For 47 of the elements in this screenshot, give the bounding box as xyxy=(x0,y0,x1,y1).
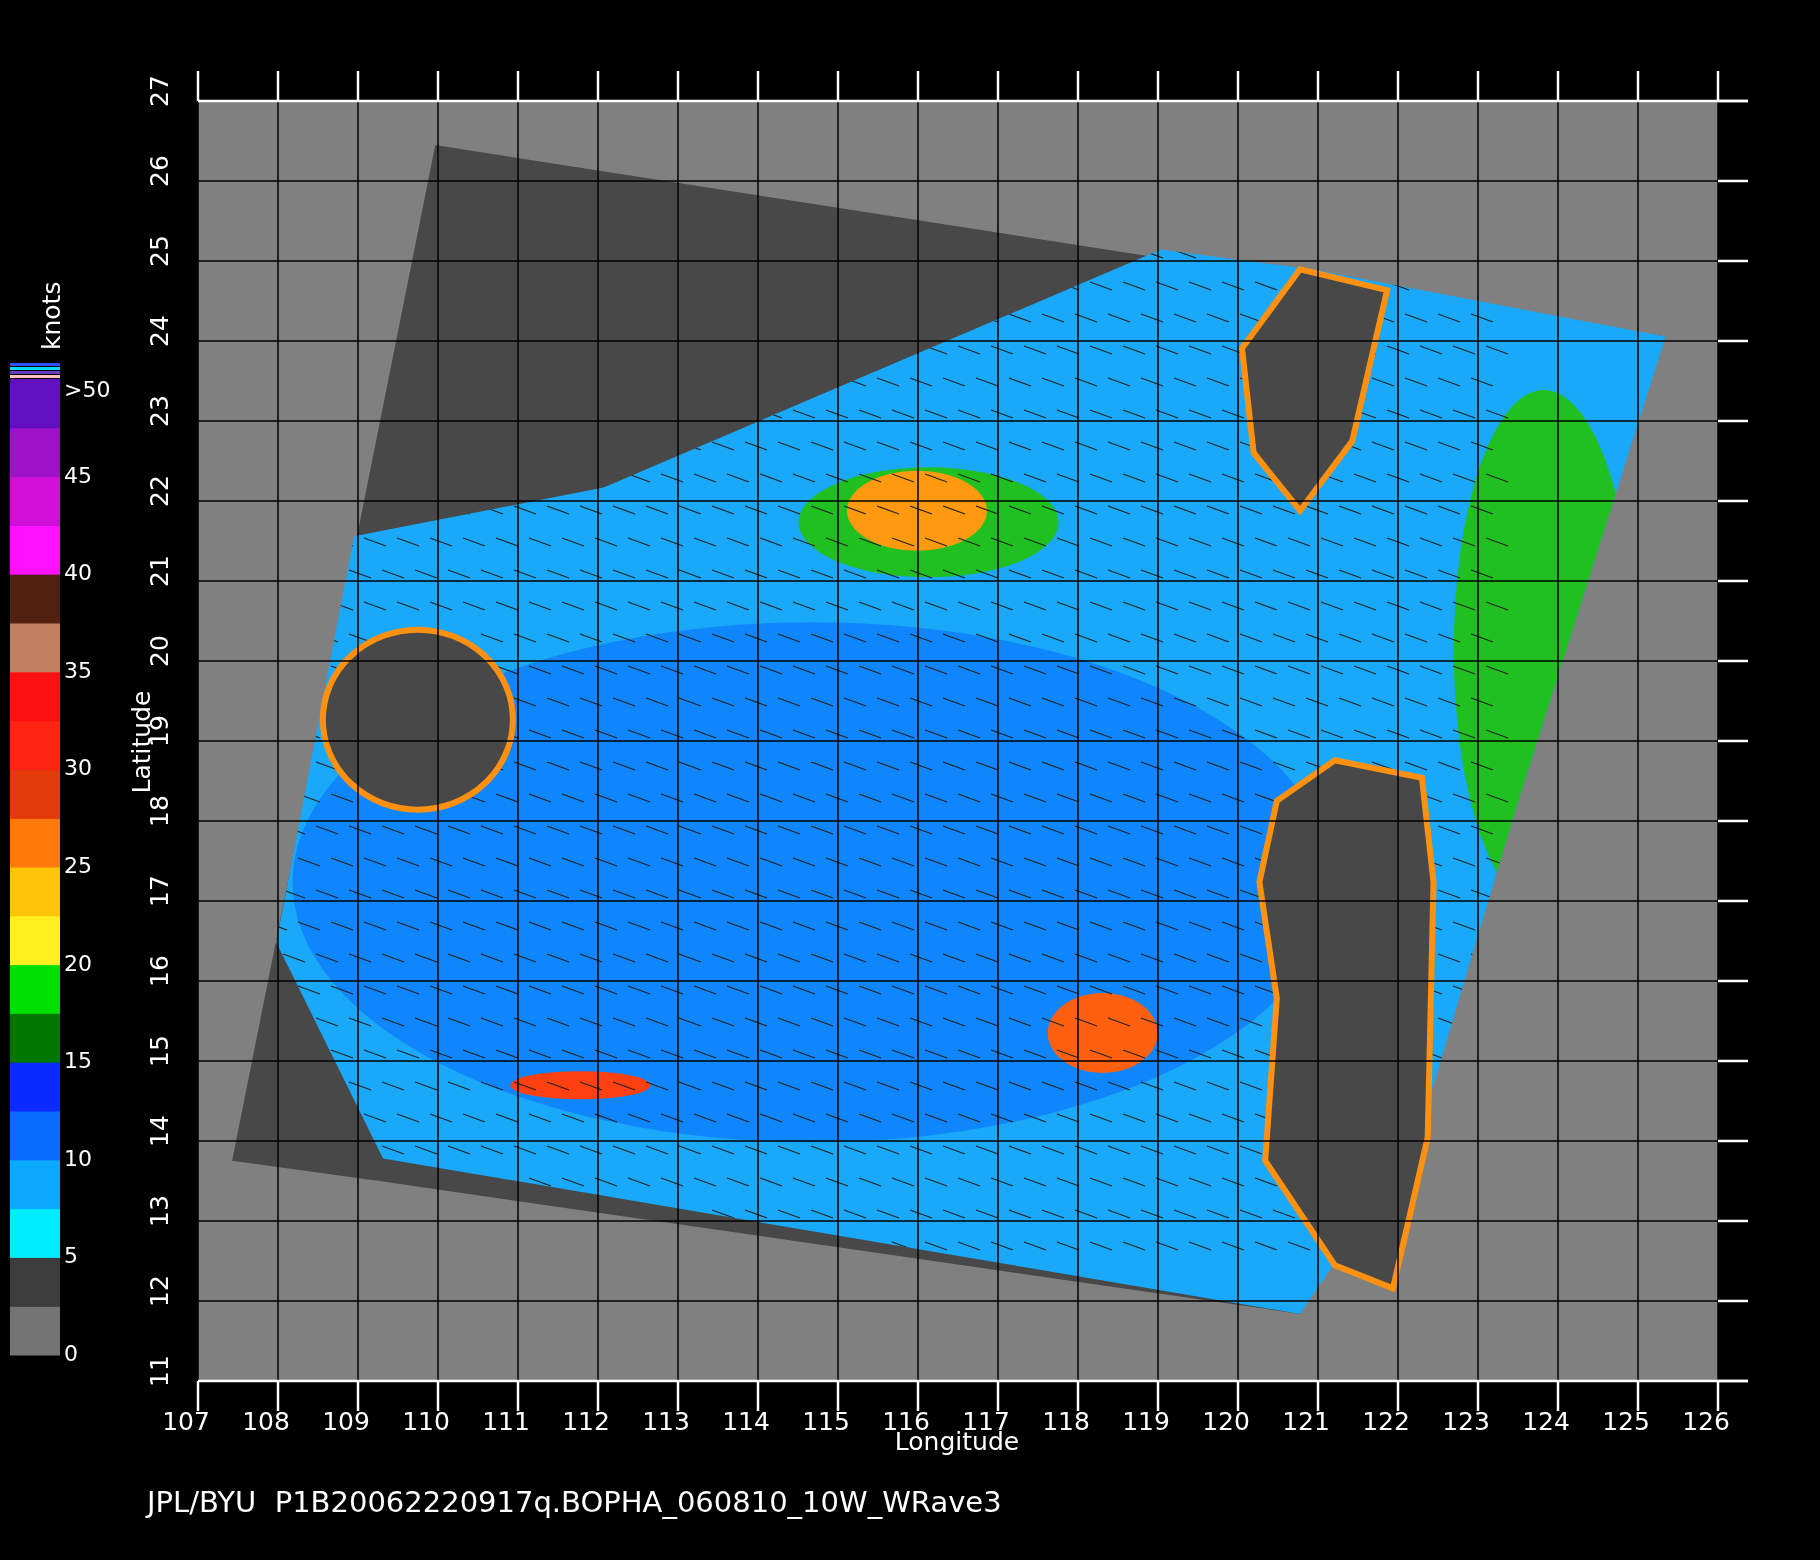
axis-tick-label: 22 xyxy=(145,475,174,507)
axis-tick-label: 121 xyxy=(1282,1407,1330,1436)
axis-tick-label: 112 xyxy=(562,1407,610,1436)
axis-tick-label: 17 xyxy=(145,875,174,907)
axis-tick-label: 118 xyxy=(1042,1407,1090,1436)
colorbar-label: 30 xyxy=(64,755,92,781)
axis-tick-label: 27 xyxy=(145,75,174,107)
axis-tick-label: 113 xyxy=(642,1407,690,1436)
axis-tick-label: 23 xyxy=(145,395,174,427)
axis-tick-label: 12 xyxy=(145,1275,174,1307)
axis-tick-label: 16 xyxy=(145,955,174,987)
axis-tick-label: 107 xyxy=(162,1407,210,1436)
axis-tick-label: 24 xyxy=(145,315,174,347)
axis-tick-label: 114 xyxy=(722,1407,770,1436)
colorbar-unit: knots xyxy=(37,281,66,350)
axis-tick-label: 15 xyxy=(145,1035,174,1067)
axis-tick-label: 108 xyxy=(242,1407,290,1436)
axis-tick-label: 119 xyxy=(1122,1407,1170,1436)
axis-tick-label: 115 xyxy=(802,1407,850,1436)
footer-caption: JPL/BYU P1B20062220917q.BOPHA_060810_10W_WRave3 xyxy=(147,1485,1002,1519)
axis-tick-label: 122 xyxy=(1362,1407,1410,1436)
axis-tick-label: 125 xyxy=(1602,1407,1650,1436)
colorbar-label: 40 xyxy=(64,560,92,586)
colorbar-label: 0 xyxy=(64,1341,78,1366)
colorbar-label: 45 xyxy=(64,462,92,488)
colorbar-label: 35 xyxy=(64,657,92,683)
axis-tick-label: 124 xyxy=(1522,1407,1570,1436)
colorbar-label: >50 xyxy=(64,377,111,402)
axis-tick-label: 126 xyxy=(1682,1407,1730,1436)
colorbar-label: 25 xyxy=(64,853,92,878)
axis-tick-label: 109 xyxy=(322,1407,370,1436)
colorbar-label: 5 xyxy=(64,1243,78,1269)
axis-tick-label: 18 xyxy=(145,795,174,827)
axis-tick-label: 20 xyxy=(145,635,174,667)
axis-tick-label: 14 xyxy=(145,1115,174,1147)
colorbar-label: 15 xyxy=(64,1048,92,1074)
axis-tick-label: 111 xyxy=(482,1407,530,1436)
axis-tick-label: 25 xyxy=(145,235,174,267)
axis-tick-label: 110 xyxy=(402,1407,450,1436)
axis-tick-label: 26 xyxy=(145,155,174,187)
colorbar-label: 20 xyxy=(64,950,92,976)
axis-tick-label: 11 xyxy=(145,1355,174,1387)
axis-tick-label: 123 xyxy=(1442,1407,1490,1436)
axis-tick-label: 21 xyxy=(145,555,174,587)
colorbar-label: 10 xyxy=(64,1145,92,1171)
axis-tick-label: 13 xyxy=(145,1195,174,1227)
axis-tick-label: 120 xyxy=(1202,1407,1250,1436)
